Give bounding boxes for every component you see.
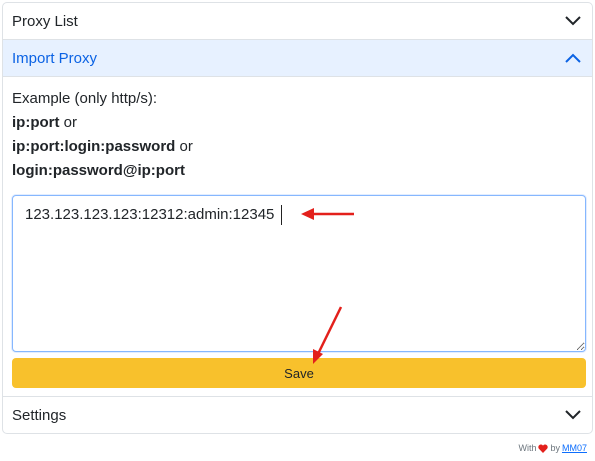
- format-ip-port: ip:port: [12, 114, 60, 131]
- footer-credit: With by MM07: [518, 443, 587, 453]
- import-proxy-header[interactable]: Import Proxy: [3, 40, 592, 77]
- proxy-textarea[interactable]: [12, 195, 586, 352]
- format-line-2: ip:port:login:password or: [12, 135, 193, 159]
- proxy-list-title: Proxy List: [12, 12, 78, 30]
- chevron-down-icon: [565, 16, 581, 26]
- text-cursor: [281, 205, 282, 225]
- save-button[interactable]: Save: [12, 358, 586, 388]
- settings-header[interactable]: Settings: [3, 397, 592, 433]
- author-link[interactable]: MM07: [562, 443, 587, 453]
- format-line-3: login:password@ip:port: [12, 159, 193, 183]
- footer-by: by: [550, 443, 560, 453]
- format-example: Example (only http/s): ip:port or ip:por…: [12, 87, 193, 183]
- or-text: or: [179, 138, 193, 155]
- footer-prefix: With: [518, 443, 537, 453]
- format-ip-port-login-password: ip:port:login:password: [12, 138, 176, 155]
- example-intro: Example (only http/s):: [12, 90, 158, 107]
- settings-title: Settings: [12, 407, 67, 424]
- import-proxy-title: Import Proxy: [12, 49, 98, 67]
- proxy-list-header[interactable]: Proxy List: [3, 3, 592, 40]
- chevron-down-icon: [565, 410, 581, 420]
- format-login-password-at-ip-port: login:password@ip:port: [12, 162, 185, 179]
- heart-icon: [538, 444, 549, 453]
- format-line-1: ip:port or: [12, 111, 193, 135]
- or-text: or: [63, 114, 77, 131]
- proxy-accordion: Proxy List Import Proxy Example (only ht…: [2, 2, 593, 434]
- chevron-up-icon: [565, 53, 581, 63]
- import-proxy-body: Example (only http/s): ip:port or ip:por…: [3, 77, 592, 397]
